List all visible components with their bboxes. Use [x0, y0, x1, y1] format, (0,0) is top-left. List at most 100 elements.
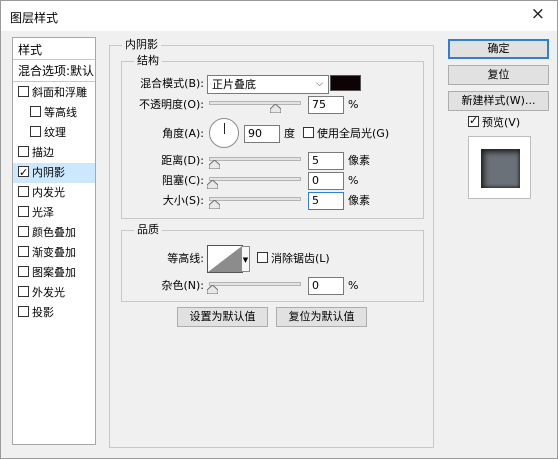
style-item-checkbox[interactable] — [18, 266, 29, 277]
opacity-unit: % — [348, 98, 359, 111]
choke-unit: % — [348, 174, 359, 187]
style-item-label: 外发光 — [32, 286, 65, 299]
close-icon[interactable]: × — [531, 4, 545, 24]
noise-label: 杂色(N): — [161, 279, 204, 292]
size-slider[interactable] — [209, 197, 301, 209]
style-item-checkbox[interactable] — [30, 126, 41, 137]
structure-title: 结构 — [134, 54, 162, 68]
antialias-checkbox[interactable]: 消除锯齿(L) — [257, 251, 330, 267]
angle-dial-needle — [224, 123, 225, 134]
global-light-checkbox[interactable]: 使用全局光(G) — [303, 126, 389, 142]
blend-mode-select[interactable]: 正片叠底 ⌵ — [207, 75, 329, 94]
style-item-checkbox[interactable] — [18, 246, 29, 257]
distance-slider-thumb[interactable] — [209, 160, 220, 169]
style-item[interactable]: 图案叠加 — [13, 263, 95, 283]
style-item[interactable]: 内阴影 — [13, 163, 95, 183]
size-label: 大小(S): — [162, 194, 204, 207]
style-preview-swatch — [481, 149, 520, 188]
distance-input[interactable]: 5 — [308, 152, 344, 170]
style-item-label: 内阴影 — [32, 166, 65, 179]
new-style-button[interactable]: 新建样式(W)... — [448, 91, 549, 111]
set-default-button[interactable]: 设置为默认值 — [177, 307, 268, 327]
style-item[interactable]: 描边 — [13, 143, 95, 163]
choke-input[interactable]: 0 — [308, 172, 344, 190]
size-input[interactable]: 5 — [308, 192, 344, 210]
blending-options-item[interactable]: 混合选项:默认 — [13, 61, 95, 81]
antialias-label: 消除锯齿(L) — [271, 252, 330, 265]
opacity-label: 不透明度(O): — [139, 98, 204, 111]
style-item-label: 渐变叠加 — [32, 246, 76, 259]
angle-input[interactable]: 90 — [244, 125, 280, 143]
preview-checkbox-box[interactable] — [468, 113, 479, 129]
style-item-checkbox[interactable] — [18, 186, 29, 197]
preview-checkbox[interactable]: 预览(V) — [468, 113, 521, 131]
reset-default-button[interactable]: 复位为默认值 — [276, 307, 367, 327]
style-item-checkbox[interactable] — [18, 163, 29, 183]
noise-input[interactable]: 0 — [308, 277, 344, 295]
style-item-label: 纹理 — [44, 126, 66, 139]
style-item[interactable]: 内发光 — [13, 183, 95, 203]
noise-unit: % — [348, 279, 359, 292]
opacity-slider-thumb[interactable] — [270, 104, 281, 113]
choke-label: 阻塞(C): — [162, 174, 204, 187]
style-item-label: 颜色叠加 — [32, 226, 76, 239]
distance-unit: 像素 — [348, 154, 370, 167]
style-item-checkbox[interactable] — [18, 286, 29, 297]
contour-dropdown-arrow[interactable]: ▼ — [242, 246, 250, 272]
layer-style-dialog: 图层样式 × 样式 混合选项:默认 斜面和浮雕等高线纹理描边内阴影内发光光泽颜色… — [0, 0, 558, 459]
reset-button[interactable]: 复位 — [448, 65, 549, 85]
style-item[interactable]: 渐变叠加 — [13, 243, 95, 263]
style-item-label: 斜面和浮雕 — [32, 86, 87, 99]
dialog-title: 图层样式 — [10, 11, 59, 25]
contour-label: 等高线: — [167, 252, 204, 265]
style-item-label: 投影 — [32, 306, 54, 319]
choke-slider[interactable] — [207, 177, 301, 189]
noise-slider[interactable] — [207, 282, 301, 294]
noise-slider-thumb[interactable] — [207, 285, 218, 294]
style-item-label: 内发光 — [32, 186, 65, 199]
style-item-checkbox[interactable] — [18, 86, 29, 97]
global-light-checkbox-box[interactable] — [303, 127, 314, 138]
style-item-label: 光泽 — [32, 206, 54, 219]
ok-button[interactable]: 确定 — [448, 39, 549, 59]
style-item-label: 等高线 — [44, 106, 77, 119]
blend-mode-label: 混合模式(B): — [140, 77, 204, 90]
style-item-checkbox[interactable] — [18, 226, 29, 237]
global-light-label: 使用全局光(G) — [317, 127, 390, 140]
angle-dial[interactable] — [209, 118, 239, 148]
style-item[interactable]: 投影 — [13, 303, 95, 323]
opacity-slider[interactable] — [209, 101, 301, 113]
style-item[interactable]: 等高线 — [13, 103, 95, 123]
shadow-color-swatch[interactable] — [330, 75, 361, 91]
style-item-label: 描边 — [32, 146, 54, 159]
style-item-checkbox[interactable] — [18, 206, 29, 217]
distance-slider[interactable] — [209, 157, 301, 169]
style-item[interactable]: 颜色叠加 — [13, 223, 95, 243]
style-preview-thumbnail — [468, 136, 531, 199]
blend-mode-value: 正片叠底 — [212, 78, 256, 91]
style-list: 样式 混合选项:默认 斜面和浮雕等高线纹理描边内阴影内发光光泽颜色叠加渐变叠加图… — [12, 37, 96, 445]
style-item-checkbox[interactable] — [30, 106, 41, 117]
style-item-checkbox[interactable] — [18, 306, 29, 317]
angle-unit: 度 — [284, 127, 295, 140]
style-list-divider — [13, 59, 95, 60]
antialias-checkbox-box[interactable] — [257, 252, 268, 263]
contour-linear-icon — [208, 246, 242, 272]
opacity-input[interactable]: 75 — [308, 96, 344, 114]
angle-label: 角度(A): — [162, 127, 204, 140]
quality-title: 品质 — [134, 223, 162, 237]
choke-slider-thumb[interactable] — [207, 180, 218, 189]
preview-label: 预览(V) — [482, 116, 521, 129]
title-bar[interactable]: 图层样式 × — [1, 1, 557, 31]
style-item[interactable]: 斜面和浮雕 — [13, 83, 95, 103]
chevron-down-icon: ⌵ — [316, 79, 323, 89]
style-item-checkbox[interactable] — [18, 146, 29, 157]
style-item[interactable]: 外发光 — [13, 283, 95, 303]
style-item[interactable]: 光泽 — [13, 203, 95, 223]
style-item[interactable]: 纹理 — [13, 123, 95, 143]
styles-header[interactable]: 样式 — [13, 40, 95, 60]
size-slider-thumb[interactable] — [209, 200, 220, 209]
contour-picker[interactable]: ▼ — [207, 245, 250, 273]
style-item-label: 图案叠加 — [32, 266, 76, 279]
inner-shadow-title: 内阴影 — [122, 38, 161, 52]
